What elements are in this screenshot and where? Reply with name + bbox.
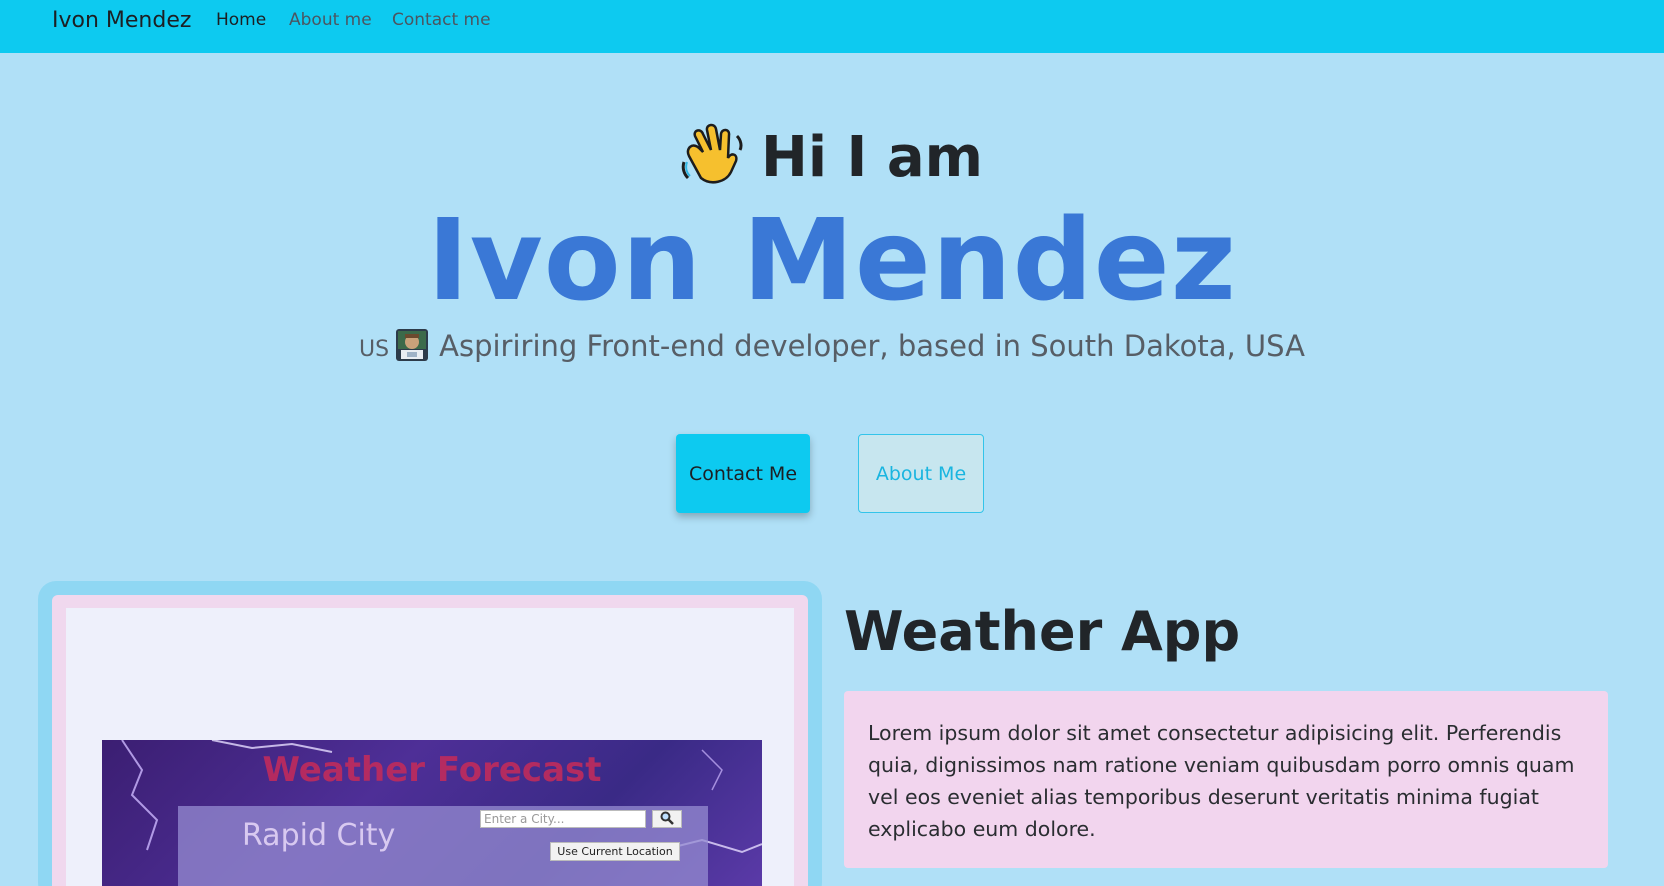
greeting-heading: Hi I am	[0, 118, 1664, 198]
project-image-frame: Weather Forecast Rapid City Enter a City…	[52, 595, 808, 886]
project-title: Weather App	[844, 600, 1241, 663]
about-me-button[interactable]: About Me	[858, 434, 984, 513]
nav-link-about[interactable]: About me	[289, 10, 372, 30]
greeting-text: Hi I am	[760, 125, 984, 190]
nav-link-contact[interactable]: Contact me	[392, 10, 491, 30]
hero-tagline: US Aspiriring Front-end developer, based…	[0, 326, 1664, 370]
project-image-card: Weather Forecast Rapid City Enter a City…	[38, 581, 822, 886]
screenshot-location-button: Use Current Location	[550, 842, 680, 861]
screenshot-city: Rapid City	[242, 818, 396, 853]
tagline-text: Aspiriring Front-end developer, based in…	[439, 329, 1305, 363]
us-flag-icon: US	[359, 337, 390, 362]
navbar-brand[interactable]: Ivon Mendez	[52, 8, 191, 33]
project-description: Lorem ipsum dolor sit amet consectetur a…	[844, 691, 1608, 868]
project-image-canvas: Weather Forecast Rapid City Enter a City…	[66, 608, 794, 886]
hero-name: Ivon Mendez	[427, 196, 1237, 326]
magnifier-icon	[652, 810, 682, 828]
screenshot-heading: Weather Forecast	[262, 750, 602, 790]
screenshot-city-input: Enter a City...	[480, 810, 646, 828]
top-navbar: Ivon Mendez Home About me Contact me	[0, 0, 1664, 53]
technologist-icon	[395, 328, 429, 362]
nav-link-home[interactable]: Home	[216, 10, 266, 30]
screenshot-panel: Rapid City Enter a City... Use Current L…	[178, 806, 708, 886]
weather-app-screenshot: Weather Forecast Rapid City Enter a City…	[102, 740, 762, 886]
waving-hand-icon	[681, 122, 743, 188]
contact-me-button[interactable]: Contact Me	[676, 434, 810, 513]
